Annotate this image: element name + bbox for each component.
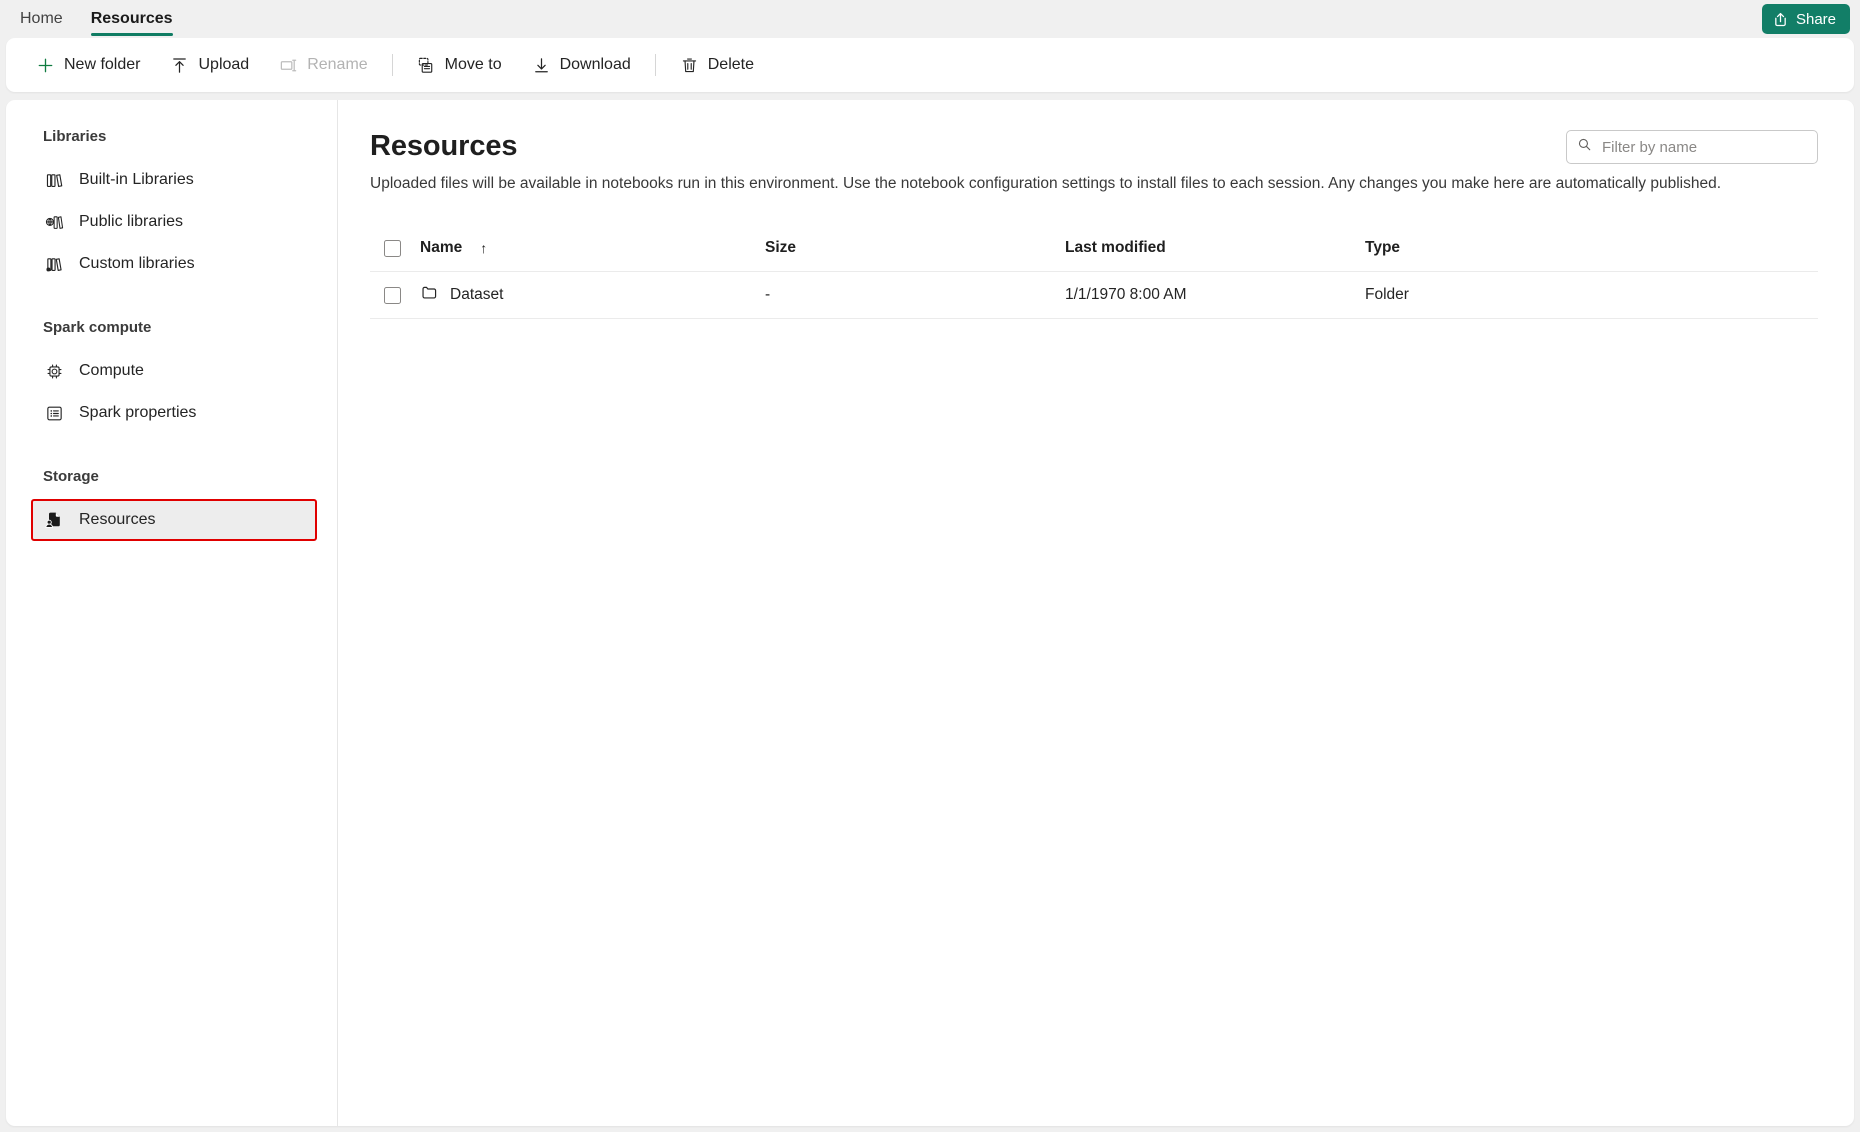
- sidebar-group-spark-compute-title: Spark compute: [43, 319, 152, 336]
- select-all-checkbox[interactable]: [384, 239, 401, 257]
- column-header-type-label: Type: [1365, 239, 1401, 256]
- sidebar-group-spark-compute: Spark compute Compute Spark properties: [6, 319, 337, 434]
- tab-home-label: Home: [20, 10, 63, 27]
- column-header-name-label: Name: [420, 239, 463, 256]
- folder-icon: [420, 283, 439, 307]
- tab-strip: Home Resources: [0, 0, 1860, 38]
- share-icon: [1772, 11, 1789, 28]
- sidebar-item-public-libraries-label: Public libraries: [79, 213, 184, 230]
- rename-label: Rename: [307, 56, 368, 73]
- column-header-name[interactable]: Name ↑: [420, 239, 765, 257]
- rename-button: Rename: [267, 47, 379, 83]
- sidebar-item-compute[interactable]: Compute: [31, 350, 315, 392]
- table-row[interactable]: Dataset - 1/1/1970 8:00 AM Folder: [370, 272, 1818, 319]
- plus-icon: [36, 56, 55, 75]
- row-type-cell: Folder: [1365, 286, 1409, 303]
- column-header-size[interactable]: Size: [765, 239, 1065, 257]
- sidebar-item-custom-libraries-label: Custom libraries: [79, 255, 195, 272]
- custom-books-icon: [43, 255, 65, 274]
- move-to-label: Move to: [444, 56, 502, 73]
- column-header-size-label: Size: [765, 239, 797, 256]
- row-size-cell: -: [765, 286, 771, 303]
- sidebar-item-built-in-libraries-label: Built-in Libraries: [79, 171, 194, 188]
- row-name-cell[interactable]: Dataset: [420, 283, 765, 307]
- move-to-icon: [417, 56, 436, 75]
- row-last-modified-cell: 1/1/1970 8:00 AM: [1065, 286, 1187, 303]
- search-input[interactable]: [1600, 137, 1807, 157]
- row-checkbox[interactable]: [384, 286, 401, 304]
- upload-button[interactable]: Upload: [158, 47, 261, 83]
- sidebar-group-storage: Storage Resources: [6, 468, 337, 541]
- sidebar-item-resources-label: Resources: [79, 511, 156, 528]
- resources-table: Name ↑ Size Last modified Type Dataset -…: [370, 225, 1818, 319]
- new-folder-label: New folder: [64, 56, 141, 73]
- column-header-last-modified-label: Last modified: [1065, 239, 1166, 256]
- delete-label: Delete: [707, 56, 754, 73]
- sidebar-item-spark-properties[interactable]: Spark properties: [31, 392, 315, 434]
- move-to-button[interactable]: Move to: [405, 47, 514, 83]
- sidebar: Libraries Built-in Libraries Public libr…: [6, 100, 338, 1126]
- books-icon: [43, 171, 65, 190]
- search-icon: [1577, 137, 1592, 157]
- upload-label: Upload: [198, 56, 250, 73]
- toolbar-divider-1: [391, 54, 393, 76]
- sidebar-item-compute-label: Compute: [79, 362, 144, 379]
- new-folder-button[interactable]: New folder: [24, 47, 152, 83]
- main-panel: Libraries Built-in Libraries Public libr…: [6, 100, 1854, 1126]
- sidebar-group-libraries-title: Libraries: [43, 128, 107, 145]
- page-description: Uploaded files will be available in note…: [370, 175, 1722, 192]
- toolbar-divider-2: [654, 54, 656, 76]
- filter-by-name-box[interactable]: [1566, 130, 1818, 164]
- sidebar-item-public-libraries[interactable]: Public libraries: [31, 201, 315, 243]
- public-books-icon: [43, 213, 65, 232]
- trash-icon: [680, 56, 699, 75]
- sidebar-item-custom-libraries[interactable]: Custom libraries: [31, 243, 315, 285]
- rename-icon: [279, 56, 298, 75]
- content-area: Resources Uploaded files will be availab…: [338, 100, 1854, 1126]
- column-header-last-modified[interactable]: Last modified: [1065, 239, 1365, 257]
- sidebar-item-built-in-libraries[interactable]: Built-in Libraries: [31, 159, 315, 201]
- delete-button[interactable]: Delete: [668, 47, 766, 83]
- row-select-cell: [370, 286, 420, 304]
- table-header-row: Name ↑ Size Last modified Type: [370, 225, 1818, 272]
- upload-icon: [170, 56, 189, 75]
- tab-home[interactable]: Home: [6, 0, 77, 38]
- download-label: Download: [559, 56, 631, 73]
- sidebar-group-storage-title: Storage: [43, 468, 99, 485]
- tab-resources[interactable]: Resources: [77, 0, 187, 38]
- select-all-cell: [370, 239, 420, 257]
- sidebar-item-spark-properties-label: Spark properties: [79, 404, 197, 421]
- download-button[interactable]: Download: [520, 47, 643, 83]
- resources-icon: [43, 510, 65, 530]
- list-icon: [43, 404, 65, 423]
- command-bar: New folder Upload Rename Move to Downloa…: [6, 38, 1854, 92]
- sidebar-group-libraries: Libraries Built-in Libraries Public libr…: [6, 128, 337, 285]
- sidebar-item-resources[interactable]: Resources: [31, 499, 317, 541]
- chip-icon: [43, 362, 65, 381]
- tab-resources-label: Resources: [90, 10, 173, 27]
- share-button[interactable]: Share: [1761, 4, 1850, 34]
- column-header-type[interactable]: Type: [1365, 239, 1818, 257]
- share-button-label: Share: [1795, 10, 1836, 28]
- download-icon: [532, 56, 551, 75]
- sort-ascending-icon: ↑: [480, 240, 488, 256]
- row-name-label: Dataset: [450, 286, 504, 303]
